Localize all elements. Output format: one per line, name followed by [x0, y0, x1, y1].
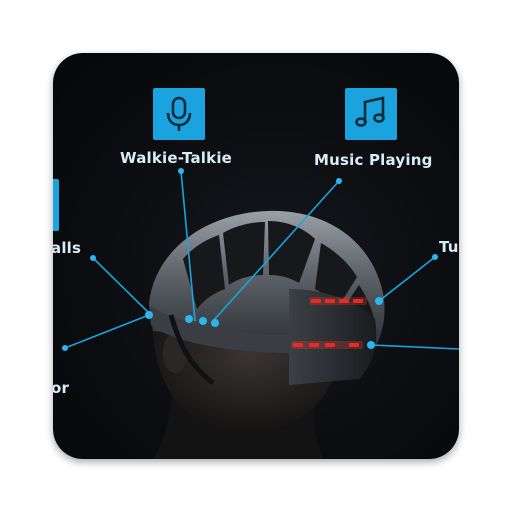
stage: Walkie-Talkie Music Playing alls Tu or	[0, 0, 512, 512]
app-icon[interactable]: Walkie-Talkie Music Playing alls Tu or	[53, 53, 459, 459]
feature-label-walkie-talkie: Walkie-Talkie	[120, 149, 233, 167]
feature-label-calls: alls	[53, 239, 82, 257]
music-note-icon	[355, 96, 385, 127]
feature-label-music-playing: Music Playing	[314, 151, 433, 169]
turn-signal-icon	[458, 53, 459, 54]
phone-icon	[53, 179, 59, 231]
walkie-talkie-icon-box	[153, 88, 205, 140]
music-icon-box	[345, 88, 397, 140]
feature-label-turn: Tu	[439, 238, 459, 256]
calls-icon-box	[53, 179, 59, 231]
microphone-icon	[166, 96, 192, 131]
sensor-icon	[53, 458, 54, 459]
helmet-scene	[62, 168, 459, 459]
feature-label-sensor: or	[53, 379, 70, 397]
